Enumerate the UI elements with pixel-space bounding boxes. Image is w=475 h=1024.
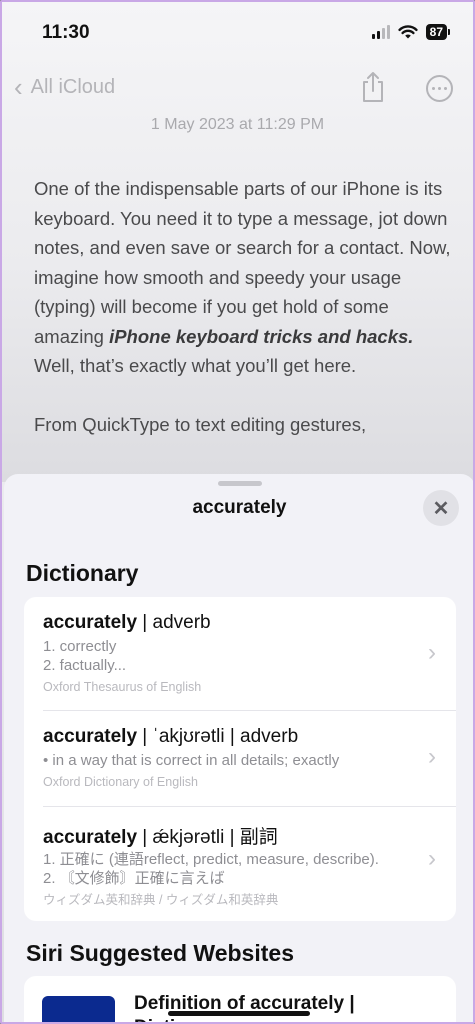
- note-paragraph-1: One of the indispensable parts of our iP…: [34, 174, 454, 381]
- entry-info: adverb: [152, 612, 211, 633]
- back-button[interactable]: ‹ All iCloud: [14, 74, 115, 100]
- navigation-bar: ‹ All iCloud: [2, 68, 473, 108]
- entry-line: • in a way that is correct in all detail…: [43, 752, 340, 769]
- status-bar: 11:30 87: [2, 2, 473, 64]
- home-indicator[interactable]: [168, 1011, 310, 1016]
- wifi-icon: [398, 24, 418, 38]
- note-bold-text: iPhone keyboard tricks and hacks.: [109, 325, 414, 347]
- entry-line: 2. 〘文修飾〙正確に言えば: [43, 870, 225, 887]
- close-icon[interactable]: ✕: [423, 490, 459, 526]
- chevron-left-icon: ‹: [14, 72, 23, 102]
- websites-heading: Siri Suggested Websites: [26, 940, 294, 966]
- cellular-signal-icon: [371, 25, 390, 39]
- screen: 11:30 87 ‹ All iCloud 1 May 2023 at 11:2…: [0, 0, 475, 1024]
- entry-info: ˈakjʊrətli | adverb: [152, 726, 299, 747]
- entry-word: accurately: [43, 726, 138, 747]
- entry-word: accurately: [43, 612, 138, 633]
- dictionary-entry[interactable]: accurately | ǽkjərətli | 副詞 1. 正確に (連語re…: [24, 807, 456, 921]
- chevron-right-icon: ›: [428, 845, 436, 872]
- entry-source: Oxford Thesaurus of English: [43, 680, 202, 694]
- sheet-title: accurately: [192, 497, 287, 518]
- dictionary-entry[interactable]: accurately | ˈakjʊrətli | adverb • in a …: [24, 711, 456, 806]
- entry-source: Oxford Dictionary of English: [43, 775, 198, 789]
- dictionary-heading: Dictionary: [26, 560, 139, 586]
- note-body[interactable]: One of the indispensable parts of our iP…: [34, 174, 454, 468]
- note-date: 1 May 2023 at 11:29 PM: [150, 116, 325, 133]
- entry-line: 2. factually...: [43, 657, 127, 674]
- entry-separator: |: [137, 726, 153, 747]
- entry-headline: accurately | ǽkjərətli | 副詞: [43, 822, 278, 849]
- status-time: 11:30: [42, 22, 90, 43]
- sheet-grabber[interactable]: [218, 481, 262, 486]
- chevron-right-icon: ›: [428, 743, 436, 770]
- entry-info: ǽkjərətli | 副詞: [152, 827, 278, 848]
- website-title: Definition of accurately | Dictionary.co…: [134, 993, 355, 1022]
- lookup-sheet: accurately ✕ Dictionary accurately | adv…: [4, 474, 473, 1022]
- note-text-end: Well, that’s exactly what you’ll get her…: [34, 355, 357, 376]
- share-icon[interactable]: [358, 70, 388, 104]
- chevron-right-icon: ›: [428, 639, 436, 666]
- entry-line: 1. 正確に (連語reflect, predict, measure, des…: [43, 851, 379, 868]
- entry-headline: accurately | ˈakjʊrətli | adverb: [43, 726, 298, 748]
- dictionary-entry[interactable]: accurately | adverb 1. correctly 2. fact…: [24, 597, 456, 710]
- status-icons: 87: [371, 24, 451, 40]
- website-thumbnail: [42, 996, 115, 1022]
- ellipsis-circle-icon[interactable]: [426, 75, 453, 102]
- dictionary-card: accurately | adverb 1. correctly 2. fact…: [24, 597, 456, 921]
- battery-icon: 87: [425, 24, 451, 40]
- entry-source: ウィズダム英和辞典 / ウィズダム和英辞典: [43, 893, 279, 907]
- back-label: All iCloud: [30, 75, 116, 98]
- note-paragraph-2: From QuickType to text editing gestures,: [34, 413, 367, 435]
- entry-separator: |: [137, 827, 153, 848]
- entry-line: 1. correctly: [43, 638, 117, 655]
- entry-separator: |: [137, 612, 153, 633]
- entry-headline: accurately | adverb: [43, 612, 211, 634]
- website-card[interactable]: Definition of accurately | Dictionary.co…: [24, 976, 456, 1022]
- note-text: One of the indispensable parts of our iP…: [34, 178, 451, 347]
- entry-word: accurately: [43, 827, 138, 848]
